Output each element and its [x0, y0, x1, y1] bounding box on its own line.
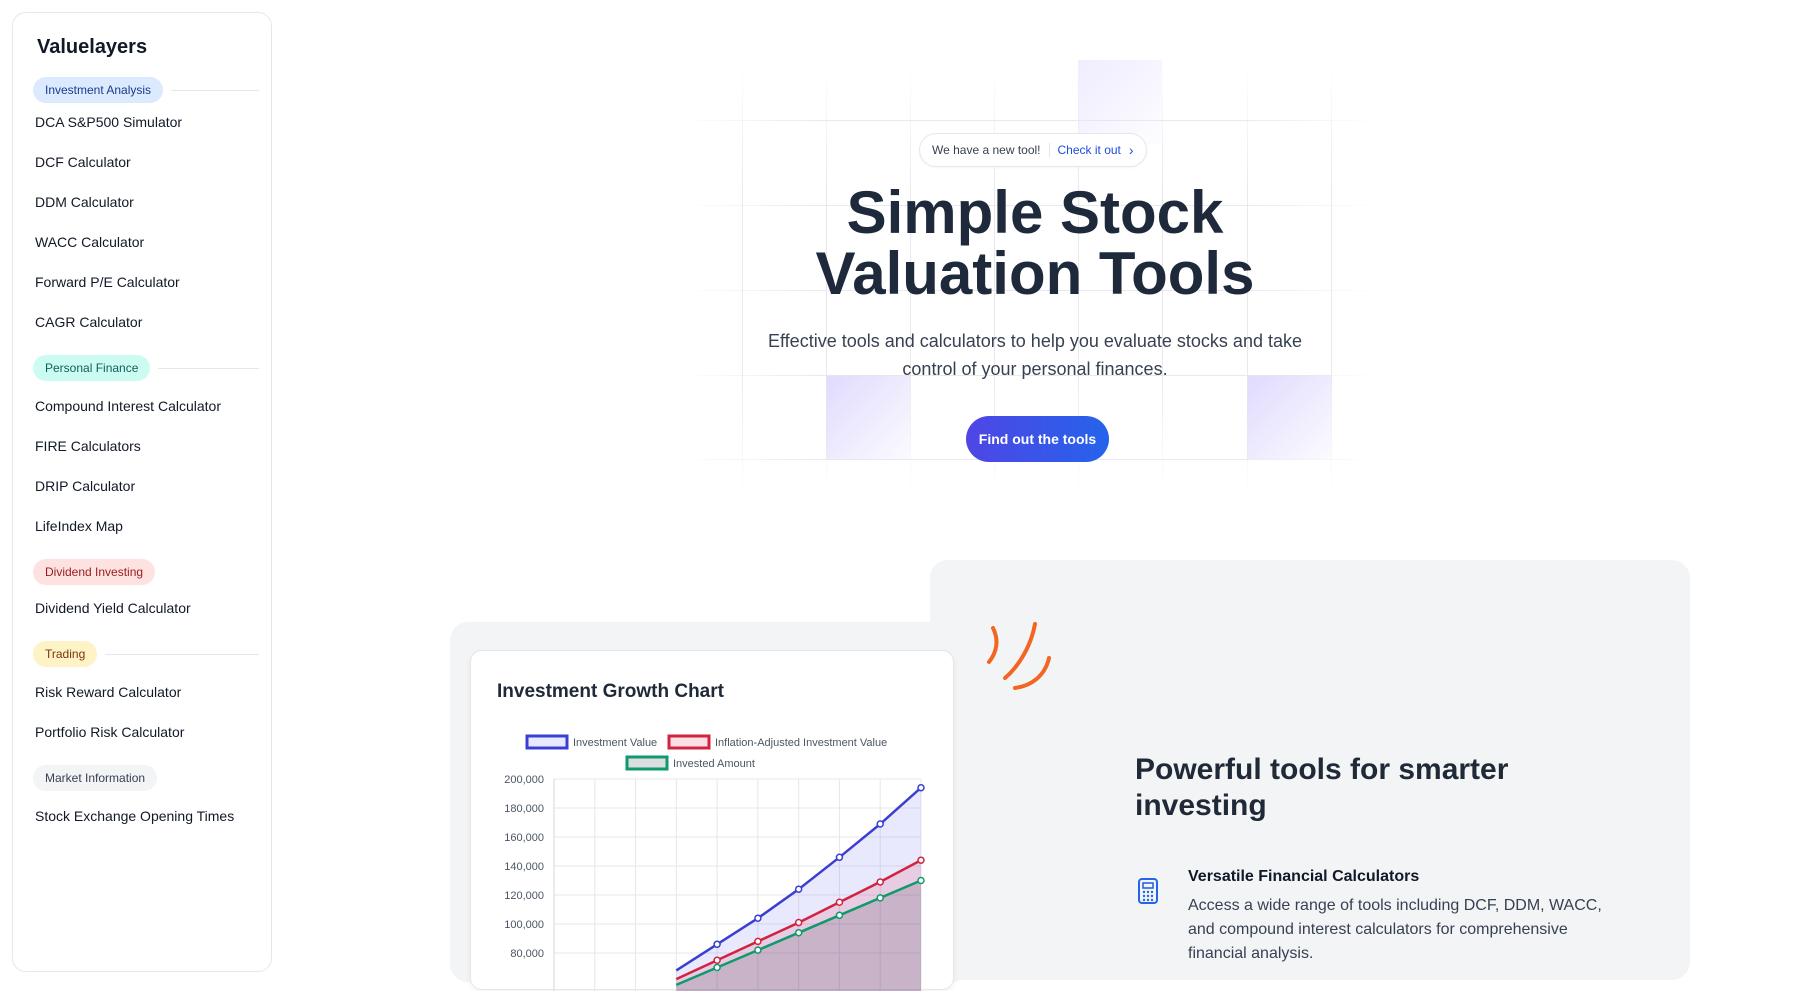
y-tick-label: 100,000 [504, 919, 544, 931]
divider [105, 654, 259, 655]
section-header: Trading [33, 640, 259, 668]
sidebar-item-dca-simulator[interactable]: DCA S&P500 Simulator [13, 102, 271, 142]
sidebar-item-risk-reward-calculator[interactable]: Risk Reward Calculator [13, 672, 271, 712]
chevron-right-icon: › [1129, 142, 1134, 158]
sidebar-section-trading: Trading Risk Reward Calculator Portfolio… [13, 640, 271, 752]
sidebar-item-lifeindex-map[interactable]: LifeIndex Map [13, 506, 271, 546]
badge-link[interactable]: Check it out [1050, 143, 1129, 157]
y-tick-label: 200,000 [504, 774, 544, 786]
sidebar-item-drip-calculator[interactable]: DRIP Calculator [13, 466, 271, 506]
sidebar: Valuelayers Investment Analysis DCA S&P5… [12, 12, 272, 972]
y-tick-label: 180,000 [504, 803, 544, 815]
grid-highlight [1078, 60, 1162, 144]
badge-text: We have a new tool! [932, 143, 1050, 157]
sidebar-section-market-information: Market Information Stock Exchange Openin… [13, 764, 271, 836]
section-header: Market Information [33, 764, 259, 792]
divider [158, 368, 259, 369]
grid-highlight [1247, 375, 1331, 459]
chart-title: Investment Growth Chart [497, 681, 724, 703]
legend-label: Investment Value [573, 737, 657, 749]
data-point [796, 886, 802, 892]
legend-swatch [669, 736, 709, 748]
investment-growth-chart: Investment Value Inflation-Adjusted Inves… [471, 721, 955, 991]
legend-swatch [627, 757, 667, 769]
sidebar-item-cagr-calculator[interactable]: CAGR Calculator [13, 302, 271, 342]
data-point [796, 920, 802, 926]
data-point [836, 854, 842, 860]
data-point [877, 821, 883, 827]
sidebar-item-wacc-calculator[interactable]: WACC Calculator [13, 222, 271, 262]
legend-label: Invested Amount [673, 758, 755, 770]
feature-item-description: Access a wide range of tools including D… [1188, 894, 1618, 966]
squiggle-decoration-icon [985, 620, 1055, 700]
data-point [877, 879, 883, 885]
sidebar-item-ddm-calculator[interactable]: DDM Calculator [13, 182, 271, 222]
feature-item-title: Versatile Financial Calculators [1188, 868, 1419, 886]
hero-subtitle: Effective tools and calculators to help … [745, 327, 1325, 383]
data-point [714, 957, 720, 963]
section-pill-dividend-investing: Dividend Investing [33, 559, 155, 585]
y-tick-label: 160,000 [504, 832, 544, 844]
section-pill-investment-analysis: Investment Analysis [33, 77, 163, 103]
sidebar-item-portfolio-risk-calculator[interactable]: Portfolio Risk Calculator [13, 712, 271, 752]
data-point [796, 930, 802, 936]
section-header: Dividend Investing [33, 558, 259, 586]
sidebar-item-dividend-yield-calculator[interactable]: Dividend Yield Calculator [13, 588, 271, 628]
investment-growth-chart-card: Investment Growth Chart Investment Value… [470, 650, 954, 990]
data-point [836, 899, 842, 905]
y-tick-label: 80,000 [510, 948, 544, 960]
data-point [918, 857, 924, 863]
sidebar-item-compound-interest-calculator[interactable]: Compound Interest Calculator [13, 386, 271, 426]
legend-label: Inflation-Adjusted Investment Value [715, 737, 887, 749]
data-point [918, 785, 924, 791]
section-pill-personal-finance: Personal Finance [33, 355, 150, 381]
data-point [877, 895, 883, 901]
divider [171, 90, 259, 91]
sidebar-section-personal-finance: Personal Finance Compound Interest Calcu… [13, 354, 271, 546]
data-point [755, 915, 761, 921]
legend-swatch [527, 736, 567, 748]
features-title: Powerful tools for smarter investing [1135, 752, 1555, 824]
data-point [836, 912, 842, 918]
sidebar-item-dcf-calculator[interactable]: DCF Calculator [13, 142, 271, 182]
new-tool-badge[interactable]: We have a new tool! Check it out › [919, 133, 1147, 167]
data-point [714, 965, 720, 971]
data-point [755, 938, 761, 944]
y-tick-label: 140,000 [504, 861, 544, 873]
find-tools-button[interactable]: Find out the tools [966, 416, 1109, 462]
brand-logo[interactable]: Valuelayers [13, 31, 271, 63]
sidebar-section-investment-analysis: Investment Analysis DCA S&P500 Simulator… [13, 76, 271, 342]
sidebar-item-fire-calculators[interactable]: FIRE Calculators [13, 426, 271, 466]
data-point [755, 947, 761, 953]
section-pill-market-information: Market Information [33, 765, 157, 791]
sidebar-item-stock-exchange-opening-times[interactable]: Stock Exchange Opening Times [13, 796, 271, 836]
data-point [714, 941, 720, 947]
data-point [918, 878, 924, 884]
grid-highlight [826, 375, 910, 459]
sidebar-section-dividend-investing: Dividend Investing Dividend Yield Calcul… [13, 558, 271, 628]
section-header: Investment Analysis [33, 76, 259, 104]
sidebar-item-forward-pe-calculator[interactable]: Forward P/E Calculator [13, 262, 271, 302]
section-pill-trading: Trading [33, 641, 97, 667]
hero-title: Simple Stock Valuation Tools [720, 182, 1350, 304]
section-header: Personal Finance [33, 354, 259, 382]
calculator-icon [1137, 877, 1159, 905]
y-tick-label: 120,000 [504, 890, 544, 902]
